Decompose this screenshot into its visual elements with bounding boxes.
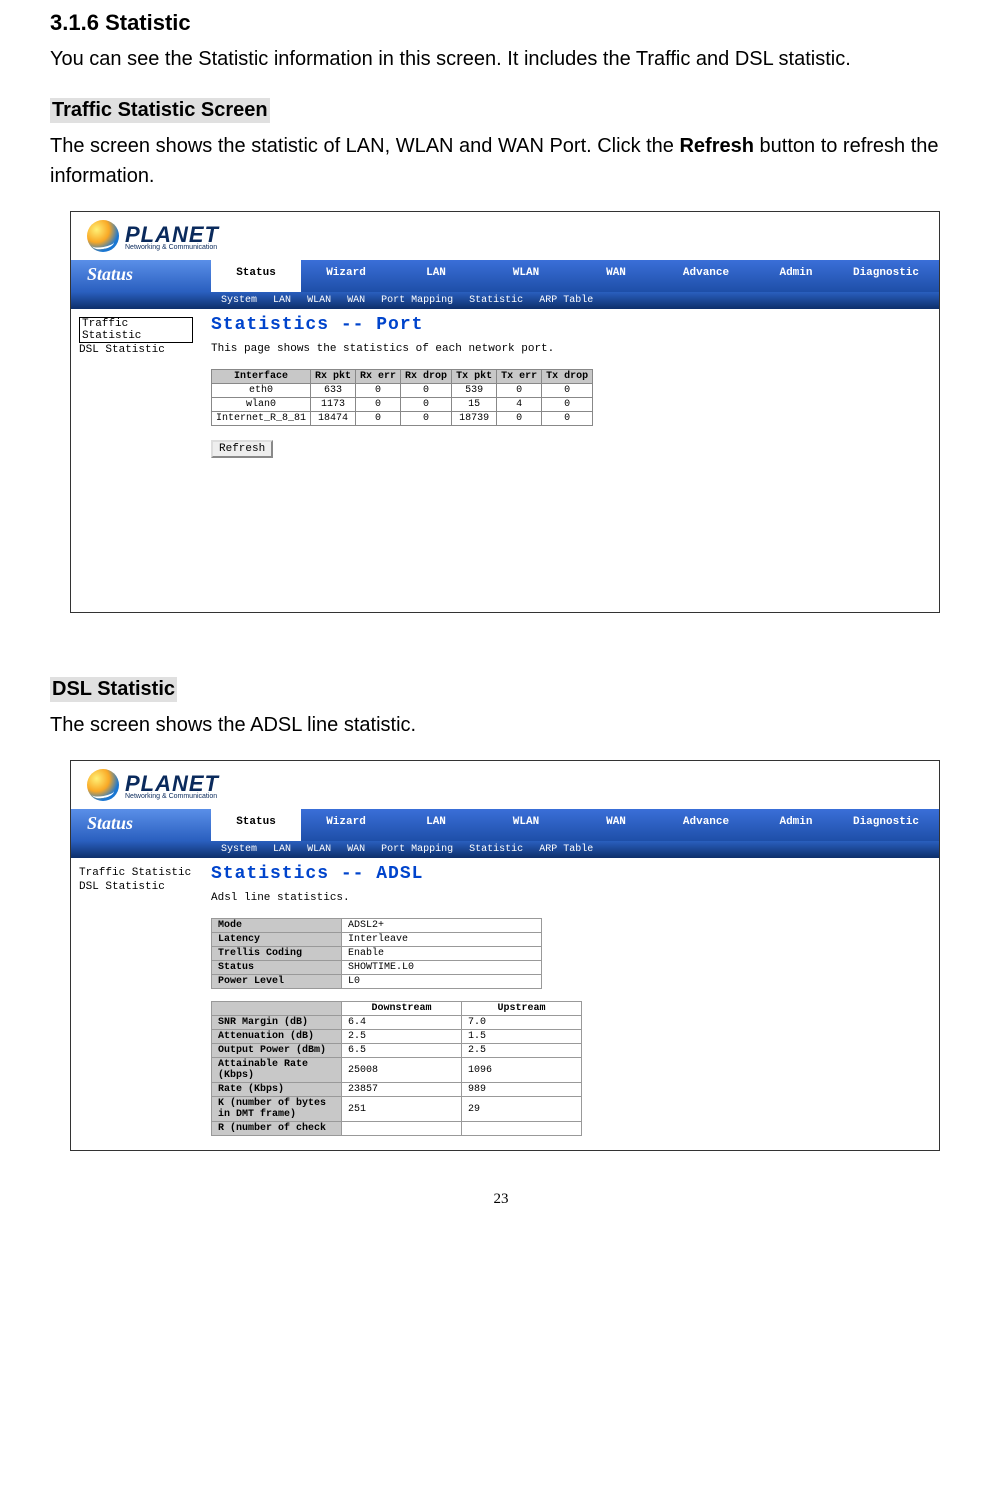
subnav-system[interactable]: System bbox=[221, 844, 257, 855]
nav-tab-wan[interactable]: WAN bbox=[571, 260, 661, 292]
nav-tab-wizard[interactable]: Wizard bbox=[301, 809, 391, 841]
subnav-system[interactable]: System bbox=[221, 295, 257, 306]
traffic-subheading: Traffic Statistic Screen bbox=[50, 98, 270, 123]
intro-text: You can see the Statistic information in… bbox=[50, 44, 952, 74]
dsl-subheading: DSL Statistic bbox=[50, 677, 177, 702]
adsl-properties-table: ModeADSL2+ LatencyInterleave Trellis Cod… bbox=[211, 918, 542, 989]
nav-tab-status[interactable]: Status bbox=[211, 260, 301, 292]
page-description: Adsl line statistics. bbox=[211, 892, 929, 904]
planet-logo-icon bbox=[87, 769, 119, 801]
screenshot-dsl: PLANET Networking & Communication Status… bbox=[70, 760, 940, 1151]
refresh-word: Refresh bbox=[679, 135, 753, 157]
traffic-desc: The screen shows the statistic of LAN, W… bbox=[50, 131, 952, 191]
brand-tagline: Networking & Communication bbox=[125, 244, 219, 251]
sidebar-item-dsl-statistic[interactable]: DSL Statistic bbox=[79, 343, 193, 357]
nav-tab-lan[interactable]: LAN bbox=[391, 260, 481, 292]
nav-tab-admin[interactable]: Admin bbox=[751, 809, 841, 841]
logo-row: PLANET Networking & Communication bbox=[71, 761, 939, 809]
sidebar-item-dsl-statistic[interactable]: DSL Statistic bbox=[79, 880, 193, 894]
nav-tab-lan[interactable]: LAN bbox=[391, 809, 481, 841]
subnav-statistic[interactable]: Statistic bbox=[469, 295, 523, 306]
subnav-lan[interactable]: LAN bbox=[273, 295, 291, 306]
nav-tab-wizard[interactable]: Wizard bbox=[301, 260, 391, 292]
nav-tab-status[interactable]: Status bbox=[211, 809, 301, 841]
sub-nav: System LAN WLAN WAN Port Mapping Statist… bbox=[71, 292, 939, 309]
nav-tab-wlan[interactable]: WLAN bbox=[481, 809, 571, 841]
subnav-wan[interactable]: WAN bbox=[347, 844, 365, 855]
logo-row: PLANET Networking & Communication bbox=[71, 212, 939, 260]
port-statistics-table: Interface Rx pkt Rx err Rx drop Tx pkt T… bbox=[211, 369, 593, 426]
screenshot-traffic: PLANET Networking & Communication Status… bbox=[70, 211, 940, 613]
sidebar-item-traffic-statistic[interactable]: Traffic Statistic bbox=[79, 317, 193, 343]
page-title: Statistics -- Port bbox=[211, 315, 929, 335]
nav-status-label: Status bbox=[71, 260, 211, 292]
page-number: 23 bbox=[50, 1191, 952, 1208]
primary-nav: Status Status Wizard LAN WLAN WAN Advanc… bbox=[71, 809, 939, 841]
brand-tagline: Networking & Communication bbox=[125, 793, 219, 800]
table-row: wlan01173001540 bbox=[212, 398, 593, 412]
subnav-statistic[interactable]: Statistic bbox=[469, 844, 523, 855]
subnav-arp-table[interactable]: ARP Table bbox=[539, 295, 593, 306]
primary-nav: Status Status Wizard LAN WLAN WAN Advanc… bbox=[71, 260, 939, 292]
planet-logo-icon bbox=[87, 220, 119, 252]
heading-text: Statistic bbox=[105, 10, 191, 35]
section-heading: 3.1.6 Statistic bbox=[50, 10, 952, 36]
page-description: This page shows the statistics of each n… bbox=[211, 343, 929, 355]
subnav-port-mapping[interactable]: Port Mapping bbox=[381, 295, 453, 306]
subnav-wlan[interactable]: WLAN bbox=[307, 844, 331, 855]
table-row: Internet_R_8_8118474001873900 bbox=[212, 412, 593, 426]
nav-tab-advance[interactable]: Advance bbox=[661, 260, 751, 292]
subnav-lan[interactable]: LAN bbox=[273, 844, 291, 855]
subnav-wan[interactable]: WAN bbox=[347, 295, 365, 306]
subnav-arp-table[interactable]: ARP Table bbox=[539, 844, 593, 855]
table-header-row: Interface Rx pkt Rx err Rx drop Tx pkt T… bbox=[212, 370, 593, 384]
nav-tab-wan[interactable]: WAN bbox=[571, 809, 661, 841]
refresh-button[interactable]: Refresh bbox=[211, 440, 273, 458]
sidebar: Traffic Statistic DSL Statistic bbox=[71, 309, 201, 612]
nav-tab-diagnostic[interactable]: Diagnostic bbox=[841, 260, 931, 292]
nav-tab-wlan[interactable]: WLAN bbox=[481, 260, 571, 292]
nav-tab-advance[interactable]: Advance bbox=[661, 809, 751, 841]
adsl-direction-table: DownstreamUpstream SNR Margin (dB)6.47.0… bbox=[211, 1001, 582, 1136]
heading-number: 3.1.6 bbox=[50, 10, 99, 35]
dsl-desc: The screen shows the ADSL line statistic… bbox=[50, 710, 952, 740]
nav-status-label: Status bbox=[71, 809, 211, 841]
table-row: eth06330053900 bbox=[212, 384, 593, 398]
sidebar-item-traffic-statistic[interactable]: Traffic Statistic bbox=[79, 866, 193, 880]
subnav-wlan[interactable]: WLAN bbox=[307, 295, 331, 306]
nav-tab-diagnostic[interactable]: Diagnostic bbox=[841, 809, 931, 841]
subnav-port-mapping[interactable]: Port Mapping bbox=[381, 844, 453, 855]
sidebar: Traffic Statistic DSL Statistic bbox=[71, 858, 201, 1150]
sub-nav: System LAN WLAN WAN Port Mapping Statist… bbox=[71, 841, 939, 858]
nav-tab-admin[interactable]: Admin bbox=[751, 260, 841, 292]
page-title: Statistics -- ADSL bbox=[211, 864, 929, 884]
